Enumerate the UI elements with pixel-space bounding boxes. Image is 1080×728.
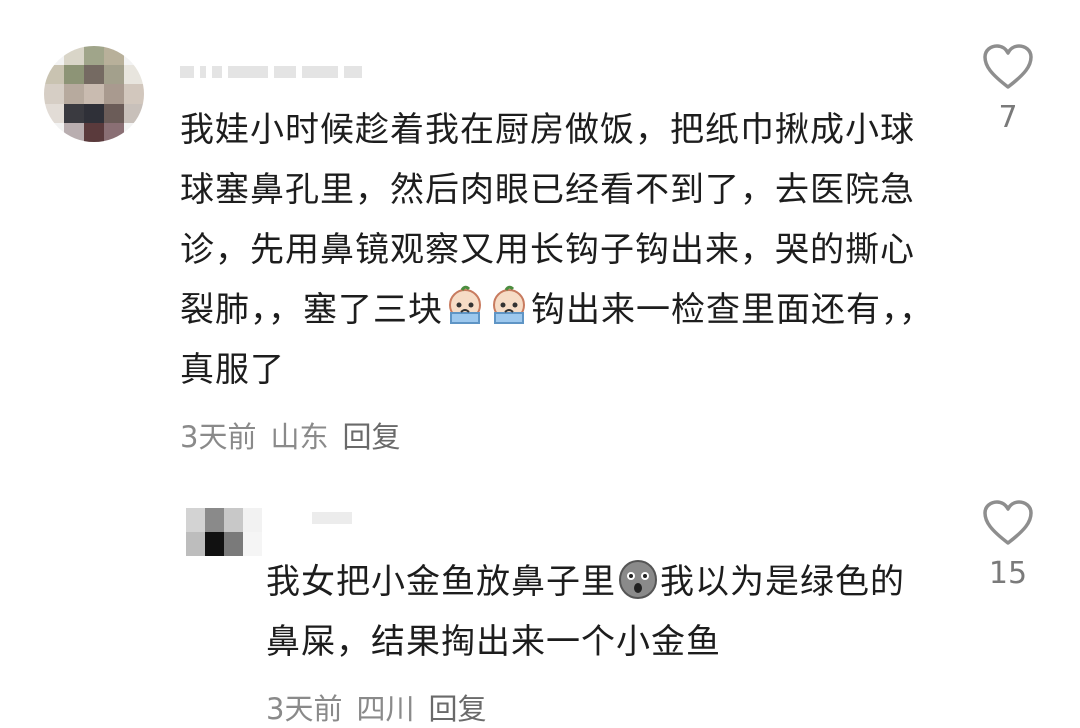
comment-location: 山东: [270, 420, 329, 454]
crying-face-icon: [443, 285, 487, 329]
reply-meta: 3天前 四川 回复: [266, 686, 486, 728]
like-count: 15: [988, 556, 1028, 591]
comment-meta: 3天前 山东 回复: [180, 414, 400, 456]
reply-button[interactable]: 回复: [428, 686, 486, 728]
reply-text: 我女把小金鱼放鼻子里 我以为是绿色的鼻屎，结果掏出来一个小金鱼: [266, 552, 926, 672]
reply-text-part: 我女把小金鱼放鼻子里: [266, 562, 616, 602]
reply-button[interactable]: 回复: [342, 414, 400, 456]
heart-outline-icon: [983, 500, 1033, 545]
username-redacted[interactable]: [180, 64, 362, 80]
like-button[interactable]: 7: [978, 44, 1038, 135]
avatar[interactable]: [186, 508, 262, 556]
comment-time: 3天前: [180, 420, 257, 454]
heart-outline-icon: [983, 44, 1033, 89]
like-button[interactable]: 15: [978, 500, 1038, 591]
reply-location: 四川: [356, 692, 415, 726]
reply-time: 3天前: [266, 692, 343, 726]
crying-face-icon: [487, 285, 531, 329]
username-redacted[interactable]: [312, 510, 352, 526]
avatar[interactable]: [44, 46, 144, 142]
like-count: 7: [998, 100, 1018, 135]
comment-text: 我娃小时候趁着我在厨房做饭，把纸巾揪成小球球塞鼻孔里，然后肉眼已经看不到了，去医…: [180, 100, 940, 400]
shocked-face-icon: [616, 557, 660, 601]
